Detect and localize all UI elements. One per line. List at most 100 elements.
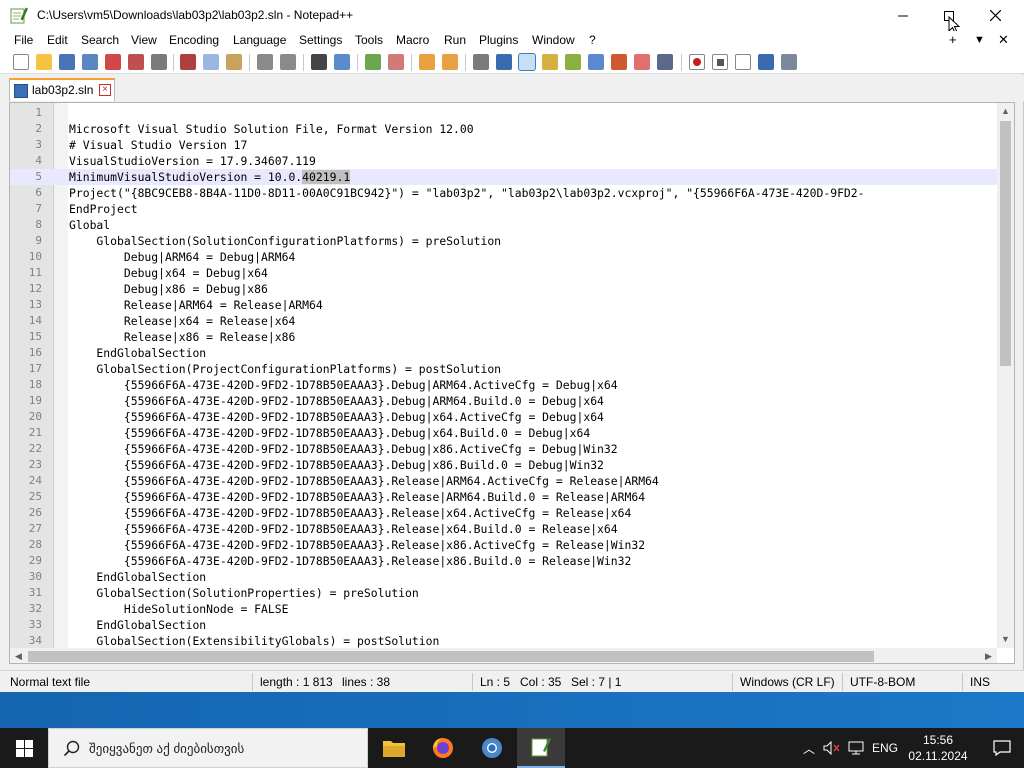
title-bar[interactable]: C:\Users\vm5\Downloads\lab03p2\lab03p2.s…	[0, 0, 1024, 34]
editor-line[interactable]: 3 # Visual Studio Version 17	[10, 137, 998, 153]
scroll-down-icon[interactable]: ▼	[997, 631, 1014, 648]
horizontal-scrollbar[interactable]: ◀ ▶	[10, 648, 997, 663]
editor-line[interactable]: 29 {55966F6A-473E-420D-9FD2-1D78B50EAAA3…	[10, 553, 998, 569]
record-macro-icon[interactable]	[689, 54, 705, 70]
language-udl-icon[interactable]	[542, 54, 558, 70]
minimize-button[interactable]	[880, 0, 926, 31]
open-file-icon[interactable]	[36, 54, 52, 70]
taskbar-search-box[interactable]: შეიყვანეთ აქ ძიებისთვის	[48, 728, 368, 768]
maximize-button[interactable]	[926, 0, 972, 34]
document-list-icon[interactable]	[588, 54, 604, 70]
folder-as-workspace-icon[interactable]	[634, 54, 650, 70]
status-encoding[interactable]: UTF-8-BOM	[850, 675, 915, 689]
menu-view[interactable]: View	[131, 33, 157, 47]
editor-line[interactable]: 19 {55966F6A-473E-420D-9FD2-1D78B50EAAA3…	[10, 393, 998, 409]
show-hidden-icons-chevron-icon[interactable]: ︿	[798, 728, 820, 768]
start-button[interactable]	[0, 728, 48, 768]
tab-close-icon[interactable]: ×	[99, 84, 111, 96]
horizontal-scroll-thumb[interactable]	[28, 651, 874, 662]
stop-recording-icon[interactable]	[712, 54, 728, 70]
file-explorer-taskbar-button[interactable]	[370, 728, 418, 768]
copy-icon[interactable]	[203, 54, 219, 70]
new-tab-icon[interactable]: +	[949, 32, 957, 47]
vertical-scrollbar[interactable]: ▲ ▼	[997, 103, 1014, 648]
editor-line[interactable]: 17 GlobalSection(ProjectConfigurationPla…	[10, 361, 998, 377]
vertical-scroll-thumb[interactable]	[1000, 121, 1011, 366]
menu-file[interactable]: File	[14, 33, 33, 47]
volume-muted-icon[interactable]	[820, 728, 844, 768]
save-icon[interactable]	[59, 54, 75, 70]
editor-line[interactable]: 12 Debug|x86 = Debug|x86	[10, 281, 998, 297]
indent-guide-icon[interactable]	[518, 53, 536, 71]
editor-line[interactable]: 16 EndGlobalSection	[10, 345, 998, 361]
save-all-icon[interactable]	[82, 54, 98, 70]
editor-line[interactable]: 25 {55966F6A-473E-420D-9FD2-1D78B50EAAA3…	[10, 489, 998, 505]
editor-line[interactable]: 33 EndGlobalSection	[10, 617, 998, 633]
editor-line[interactable]: 4 VisualStudioVersion = 17.9.34607.119	[10, 153, 998, 169]
taskbar-clock[interactable]: 15:56 02.11.2024	[900, 732, 976, 764]
editor-line[interactable]: 10 Debug|ARM64 = Debug|ARM64	[10, 249, 998, 265]
replace-icon[interactable]	[334, 54, 350, 70]
editor-line[interactable]: 9 GlobalSection(SolutionConfigurationPla…	[10, 233, 998, 249]
close-document-icon[interactable]: ✕	[998, 32, 1009, 48]
zoom-in-icon[interactable]	[365, 54, 381, 70]
scroll-right-icon[interactable]: ▶	[980, 648, 997, 663]
editor-line[interactable]: 18 {55966F6A-473E-420D-9FD2-1D78B50EAAA3…	[10, 377, 998, 393]
editor-line[interactable]: 24 {55966F6A-473E-420D-9FD2-1D78B50EAAA3…	[10, 473, 998, 489]
scroll-up-icon[interactable]: ▲	[997, 103, 1014, 120]
notification-center-button[interactable]	[980, 728, 1024, 768]
editor-line[interactable]: 22 {55966F6A-473E-420D-9FD2-1D78B50EAAA3…	[10, 441, 998, 457]
tab-lab03p2-sln[interactable]: lab03p2.sln ×	[9, 78, 115, 101]
scroll-left-icon[interactable]: ◀	[10, 648, 27, 663]
editor-line[interactable]: 26 {55966F6A-473E-420D-9FD2-1D78B50EAAA3…	[10, 505, 998, 521]
editor-line[interactable]: 27 {55966F6A-473E-420D-9FD2-1D78B50EAAA3…	[10, 521, 998, 537]
close-icon-toolbar[interactable]	[105, 54, 121, 70]
menu-settings[interactable]: Settings	[299, 33, 342, 47]
show-all-characters-icon[interactable]	[496, 54, 512, 70]
tab-list-dropdown-icon[interactable]: ▼	[974, 34, 985, 46]
menu-tools[interactable]: Tools	[355, 33, 383, 47]
editor-line[interactable]: 23 {55966F6A-473E-420D-9FD2-1D78B50EAAA3…	[10, 457, 998, 473]
cut-icon[interactable]	[180, 54, 196, 70]
editor-line[interactable]: 13 Release|ARM64 = Release|ARM64	[10, 297, 998, 313]
undo-icon[interactable]	[257, 54, 273, 70]
close-button[interactable]	[972, 0, 1018, 31]
network-icon[interactable]	[845, 728, 869, 768]
editor-line[interactable]: 7 EndProject	[10, 201, 998, 217]
editor-line[interactable]: 11 Debug|x64 = Debug|x64	[10, 265, 998, 281]
word-wrap-icon[interactable]	[473, 54, 489, 70]
save-macro-icon[interactable]	[781, 54, 797, 70]
menu-language[interactable]: Language	[233, 33, 286, 47]
zoom-out-icon[interactable]	[388, 54, 404, 70]
firefox-taskbar-button[interactable]	[419, 728, 467, 768]
editor-line[interactable]: 6 Project("{8BC9CEB8-8B4A-11D0-8D11-00A0C…	[10, 185, 998, 201]
menu-macro[interactable]: Macro	[396, 33, 429, 47]
editor-line[interactable]: 20 {55966F6A-473E-420D-9FD2-1D78B50EAAA3…	[10, 409, 998, 425]
menu-search[interactable]: Search	[81, 33, 119, 47]
monitoring-icon[interactable]	[657, 54, 673, 70]
playback-macro-icon[interactable]	[735, 54, 751, 70]
menu-window[interactable]: Window	[532, 33, 575, 47]
input-language-indicator[interactable]: ENG	[870, 728, 900, 768]
document-map-icon[interactable]	[565, 54, 581, 70]
menu-help[interactable]: ?	[589, 33, 596, 47]
status-eol-format[interactable]: Windows (CR LF)	[740, 675, 835, 689]
editor-line[interactable]: 34 GlobalSection(ExtensibilityGlobals) =…	[10, 633, 998, 649]
menu-edit[interactable]: Edit	[47, 33, 68, 47]
editor-line[interactable]: 30 EndGlobalSection	[10, 569, 998, 585]
status-insert-mode[interactable]: INS	[970, 675, 990, 689]
editor-line[interactable]: 28 {55966F6A-473E-420D-9FD2-1D78B50EAAA3…	[10, 537, 998, 553]
chrome-taskbar-button[interactable]	[468, 728, 516, 768]
function-list-icon[interactable]	[611, 54, 627, 70]
text-editor[interactable]: 1 2 Microsoft Visual Studio Solution File,…	[9, 102, 1015, 664]
print-icon[interactable]	[151, 54, 167, 70]
redo-icon[interactable]	[280, 54, 296, 70]
editor-line[interactable]: 14 Release|x64 = Release|x64	[10, 313, 998, 329]
editor-line[interactable]: 5 MinimumVisualStudioVersion = 10.0.40219…	[10, 169, 998, 185]
sync-horizontal-icon[interactable]	[442, 54, 458, 70]
editor-line[interactable]: 8 Global	[10, 217, 998, 233]
menu-encoding[interactable]: Encoding	[169, 33, 219, 47]
find-icon[interactable]	[311, 54, 327, 70]
editor-line[interactable]: 32 HideSolutionNode = FALSE	[10, 601, 998, 617]
editor-line[interactable]: 15 Release|x86 = Release|x86	[10, 329, 998, 345]
